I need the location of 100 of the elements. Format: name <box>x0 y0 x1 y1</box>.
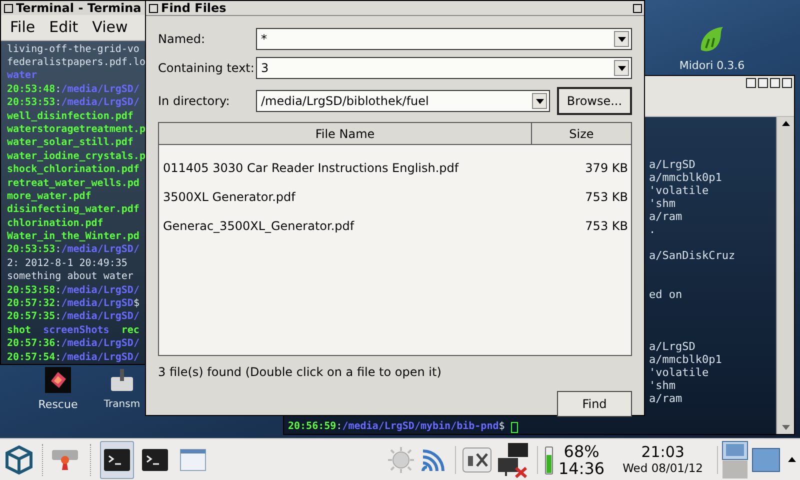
show-desktop-icon[interactable] <box>752 448 780 472</box>
terminal-text: a/LrgSD <box>649 340 696 353</box>
terminal-text: 'volatile <box>649 366 710 379</box>
table-cell-text: 379 KB <box>584 160 629 176</box>
terminal-text: 20:53:53 <box>7 243 56 257</box>
terminal-text: /media/LrgSD/mybin/bib-pnd <box>342 421 499 433</box>
terminal-text: $ <box>133 297 140 310</box>
cube-logo-icon[interactable] <box>4 444 34 476</box>
clock-time: 21:03 <box>641 444 684 460</box>
scroll-up-arrow-icon[interactable] <box>782 121 790 126</box>
terminal-text: ed on <box>649 288 684 301</box>
terminal-text: /media/LrgSD/ <box>61 284 140 298</box>
text-cursor <box>510 422 518 432</box>
field-label: Named: <box>158 31 206 48</box>
terminal-icon <box>142 448 168 470</box>
terminal-text: living-off-the-grid-vo <box>7 42 140 56</box>
battery-time: 14:36 <box>558 460 605 476</box>
terminal-text: a/ram <box>649 392 684 405</box>
expand-arrow-icon[interactable] <box>788 457 796 462</box>
terminal-text: : <box>55 243 62 257</box>
taskbar-button[interactable] <box>100 440 134 478</box>
terminal-text: a/ram <box>649 210 684 223</box>
field-label: In directory: <box>158 93 231 110</box>
column-header[interactable]: Size <box>532 123 631 144</box>
menu-item[interactable]: File <box>10 16 36 39</box>
terminal-text: 20:53:58 <box>7 284 56 298</box>
terminal-text: : <box>55 337 62 351</box>
terminal-text: : <box>336 421 342 433</box>
browse-button[interactable]: Browse... <box>557 87 632 115</box>
combo-box[interactable]: 3 <box>256 57 632 79</box>
terminal-text: /media/LrgSD <box>61 297 134 310</box>
table-cell-text: 753 KB <box>584 188 629 206</box>
caret-icon <box>618 36 626 42</box>
table-cell-text: 011405 3030 Car Reader Instructions English.pdf <box>162 160 460 176</box>
terminal-text: /media/LrgSD/ <box>61 96 140 110</box>
terminal-text: a/mmcblk0p1 <box>649 171 723 184</box>
terminal-text: a/mmcblk0p1 <box>649 353 723 366</box>
network-disconnected-icon[interactable] <box>496 442 530 478</box>
menu-item[interactable]: View <box>92 16 128 39</box>
terminal-text: /media/LrgSD/ <box>61 310 140 324</box>
terminal-text: 'shm <box>649 379 676 392</box>
terminal-text: a/SanDiskCruz <box>649 249 736 262</box>
table-cell-text: 753 KB <box>584 218 629 234</box>
column-header[interactable]: File Name <box>159 123 532 144</box>
workspace-pager-icon[interactable] <box>722 440 748 478</box>
terminal-text: Water_in_the_Winter.pd <box>7 230 140 244</box>
terminal-text: water_solar_still.pdf <box>7 136 134 150</box>
clock-date: Wed 08/01/12 <box>622 460 703 476</box>
terminal-text: federalistpapers.pdf.lo <box>7 56 145 70</box>
terminal-text: 20:53:53 <box>7 96 56 110</box>
window-menu-icon[interactable] <box>4 4 13 12</box>
scroll-down-arrow-icon[interactable] <box>782 425 790 430</box>
dropdown-button[interactable] <box>532 93 547 109</box>
find-button[interactable]: Find <box>557 391 632 417</box>
terminal-text: more_water.pdf <box>7 190 92 204</box>
dropdown-button[interactable] <box>614 60 629 76</box>
icon-label[interactable]: Rescue <box>38 397 78 414</box>
icon-label[interactable]: Midori 0.3.6 <box>679 58 745 74</box>
terminal-text: : <box>55 82 62 96</box>
terminal-text: : <box>55 297 62 310</box>
terminal-text: 20:57:35 <box>7 310 56 324</box>
terminal-text: water <box>7 69 38 83</box>
terminal-text: rec <box>121 324 140 338</box>
terminal-text: 2: 2012-8-1 20:49:35 <box>7 256 128 270</box>
window-title: Terminal - Termina <box>16 1 142 15</box>
menu-item[interactable]: Edit <box>49 16 78 39</box>
scrollbar[interactable] <box>776 117 794 434</box>
terminal-text: well_disinfection.pdf <box>7 110 134 123</box>
icon-label[interactable]: Transm <box>104 397 140 412</box>
terminal-text: screenShots <box>43 324 110 338</box>
window-menu-icon[interactable] <box>149 4 158 12</box>
combo-box[interactable]: /media/LrgSD/biblothek/fuel <box>256 90 550 112</box>
window-control-button[interactable] <box>633 4 642 12</box>
terminal-text: water_iodine_crystals.p <box>7 150 145 164</box>
terminal-text: a/LrgSD <box>649 158 696 171</box>
terminal-text: /media/LrgSD/ <box>61 82 140 96</box>
terminal-text: : <box>55 284 62 298</box>
rescue-icon[interactable] <box>45 367 71 393</box>
combo-box[interactable]: * <box>256 28 632 50</box>
tools-icon[interactable] <box>462 446 492 474</box>
battery-percent: 68% <box>564 442 600 460</box>
terminal-text: 'volatile <box>649 184 710 197</box>
terminal-text: 20:57:36 <box>7 337 56 351</box>
terminal-text: : <box>55 96 62 110</box>
terminal-text: /media/LrgSD/ <box>61 337 140 351</box>
terminal-text: chlorination.pdf <box>7 216 104 230</box>
status-text: 3 file(s) found (Double click on a file to open it) <box>158 364 442 379</box>
table-cell-text: 3500XL Generator.pdf <box>162 188 297 206</box>
battery-icon[interactable] <box>544 444 552 474</box>
dropdown-button[interactable] <box>614 31 629 47</box>
terminal-text: 20:53:48 <box>7 82 56 96</box>
terminal-text: /media/LrgSD/ <box>61 350 140 364</box>
terminal-text: shock_chlorination.pdf <box>7 163 140 177</box>
caret-icon <box>536 98 544 104</box>
terminal-text: retreat_water_wells.pd <box>7 176 140 190</box>
terminal-text: 20:57:54 <box>7 350 56 364</box>
terminal-text: something about water <box>7 270 134 284</box>
window-title: Find Files <box>161 1 226 15</box>
terminal-text: . <box>649 223 657 236</box>
terminal-text: : <box>55 310 62 324</box>
